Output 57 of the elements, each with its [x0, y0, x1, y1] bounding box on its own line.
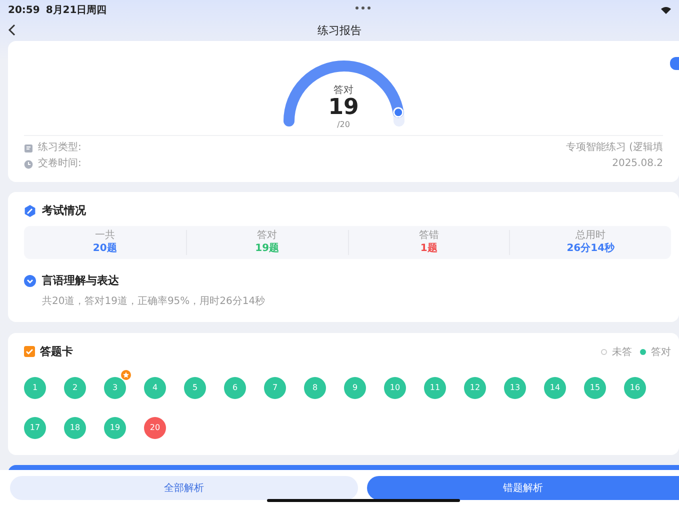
- subject-summary: 共20道，答对19道，正确率95%，用时26分14秒: [42, 294, 266, 308]
- all-answers-button[interactable]: 全部解析: [10, 476, 358, 500]
- question-number[interactable]: 17: [24, 416, 46, 438]
- legend-label: 答对: [651, 346, 671, 358]
- section-heading: 考试情况: [42, 203, 86, 218]
- stat-label: 总用时: [576, 230, 606, 242]
- wrong-answers-button[interactable]: 错题解析: [367, 476, 679, 500]
- score-label: 答对: [334, 85, 354, 96]
- question-number[interactable]: 9: [344, 376, 366, 398]
- question-number[interactable]: 15: [584, 376, 606, 398]
- stat-value: 20题: [92, 242, 117, 255]
- clock-icon: [24, 160, 33, 168]
- stat-label: 答错: [418, 230, 439, 242]
- page-title: 练习报告: [318, 22, 362, 38]
- more-dots-icon: [355, 6, 371, 10]
- stat-value: 1题: [420, 242, 438, 255]
- status-date: 8月21日周四: [46, 4, 107, 17]
- question-number[interactable]: 19: [104, 416, 126, 438]
- question-number[interactable]: 11: [424, 376, 446, 398]
- question-number[interactable]: 12: [464, 376, 486, 398]
- legend-dot: [601, 348, 607, 354]
- chevron-circle-icon[interactable]: [24, 274, 36, 286]
- question-number[interactable]: 20: [144, 416, 166, 438]
- back-icon[interactable]: [8, 24, 16, 36]
- section-heading: 答题卡: [40, 344, 73, 359]
- checkbox-icon: [24, 346, 35, 357]
- score-total: /20: [337, 120, 350, 129]
- question-number[interactable]: 18: [64, 416, 86, 438]
- question-number[interactable]: 16: [624, 376, 646, 398]
- question-number[interactable]: 8: [304, 376, 326, 398]
- question-number[interactable]: 14: [544, 376, 566, 398]
- edit-icon: [24, 204, 36, 216]
- stat-label: 答对: [257, 230, 278, 242]
- question-number[interactable]: 10: [384, 376, 406, 398]
- info-label: 交卷时间:: [38, 157, 82, 171]
- wifi-icon: [661, 6, 671, 14]
- question-number[interactable]: 7: [264, 376, 286, 398]
- status-time: 20:59: [8, 4, 40, 16]
- stat-value: 26分14秒: [566, 242, 615, 255]
- stat-label: 一共: [94, 230, 115, 242]
- legend-label: 未答: [612, 346, 632, 358]
- stat-value: 19题: [255, 242, 280, 255]
- info-value: 专项智能练习 (逻辑填: [566, 141, 663, 155]
- subject-title: 言语理解与表达: [42, 273, 119, 288]
- info-label: 练习类型:: [38, 141, 82, 155]
- question-number[interactable]: 4: [144, 376, 166, 398]
- side-tab[interactable]: [670, 57, 679, 70]
- info-value: 2025.08.2: [612, 157, 663, 171]
- question-number[interactable]: 5: [184, 376, 206, 398]
- question-number[interactable]: 6: [224, 376, 246, 398]
- question-number[interactable]: 13: [504, 376, 526, 398]
- legend-dot: [640, 348, 646, 354]
- question-number[interactable]: 3: [104, 376, 126, 398]
- score-value: 19: [328, 96, 359, 120]
- document-icon: [24, 144, 33, 152]
- question-number[interactable]: 2: [64, 376, 86, 398]
- question-number[interactable]: 1: [24, 376, 46, 398]
